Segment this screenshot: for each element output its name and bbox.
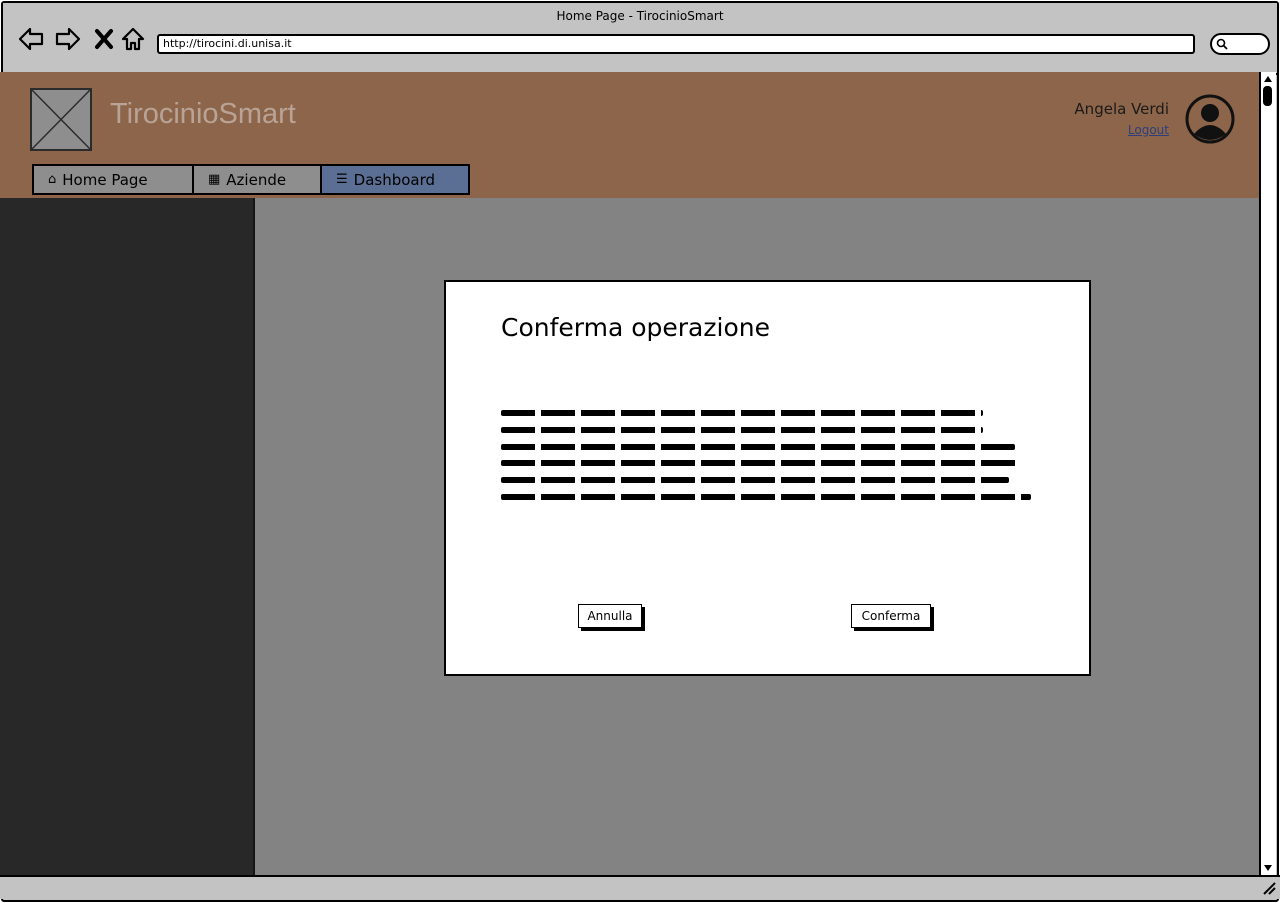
- tab-home-page[interactable]: ⌂ Home Page: [32, 164, 192, 195]
- image-placeholder-icon: [31, 89, 91, 150]
- placeholder-text-line: [501, 493, 1031, 500]
- page-viewport: TirocinioSmart Angela Verdi Logout ⌂ Hom…: [0, 72, 1259, 875]
- tab-aziende[interactable]: ▦ Aziende: [192, 164, 320, 195]
- cancel-button[interactable]: Annulla: [578, 604, 642, 628]
- back-arrow-icon: [18, 27, 44, 51]
- search-icon: [1216, 38, 1228, 50]
- tab-label: Dashboard: [353, 170, 436, 189]
- sidebar: [0, 198, 255, 875]
- placeholder-text-line: [501, 443, 1015, 450]
- placeholder-text-line: [501, 477, 1010, 484]
- forward-button[interactable]: [54, 25, 82, 53]
- forward-arrow-icon: [55, 27, 81, 51]
- user-name: Angela Verdi: [1074, 100, 1169, 118]
- window-title: Home Page - TirocinioSmart: [556, 9, 724, 23]
- main-nav-tabs: ⌂ Home Page ▦ Aziende ☰ Dashboard: [32, 164, 470, 195]
- scroll-up-arrow-icon[interactable]: [1262, 73, 1274, 85]
- browser-search-field[interactable]: [1210, 33, 1270, 55]
- scroll-down-arrow-icon[interactable]: [1262, 862, 1274, 874]
- placeholder-text-line: [501, 410, 983, 416]
- user-avatar-icon[interactable]: [1185, 94, 1235, 144]
- dialog-body-placeholder-text: [501, 410, 1036, 511]
- home-icon: [121, 27, 145, 51]
- resize-grip-icon[interactable]: [1262, 881, 1276, 895]
- app-header: TirocinioSmart Angela Verdi Logout ⌂ Hom…: [0, 72, 1259, 198]
- logout-link[interactable]: Logout: [1128, 123, 1169, 137]
- building-icon: ▦: [208, 172, 221, 187]
- browser-titlebar: Home Page - TirocinioSmart http://tiroci…: [3, 3, 1277, 75]
- placeholder-text-line: [501, 460, 1020, 467]
- scroll-thumb[interactable]: [1263, 86, 1272, 106]
- close-icon: [95, 29, 113, 49]
- tab-label: Home Page: [62, 170, 148, 189]
- list-icon: ☰: [336, 172, 348, 187]
- vertical-scrollbar[interactable]: [1259, 72, 1276, 875]
- tab-label: Aziende: [226, 170, 287, 189]
- app-name: TirocinioSmart: [110, 98, 296, 130]
- dialog-title: Conferma operazione: [501, 313, 770, 342]
- stop-button[interactable]: [90, 25, 118, 53]
- status-bar: [0, 875, 1280, 899]
- logo-placeholder: [30, 88, 92, 151]
- confirm-button[interactable]: Conferma: [851, 604, 931, 628]
- confirm-dialog: Conferma operazione Annulla Conferma: [444, 280, 1091, 676]
- home-button[interactable]: [119, 25, 147, 53]
- tab-dashboard[interactable]: ☰ Dashboard: [320, 164, 470, 195]
- back-button[interactable]: [17, 25, 45, 53]
- url-bar[interactable]: http://tirocini.di.unisa.it: [157, 34, 1195, 54]
- home-icon: ⌂: [48, 172, 57, 187]
- placeholder-text-line: [501, 426, 983, 433]
